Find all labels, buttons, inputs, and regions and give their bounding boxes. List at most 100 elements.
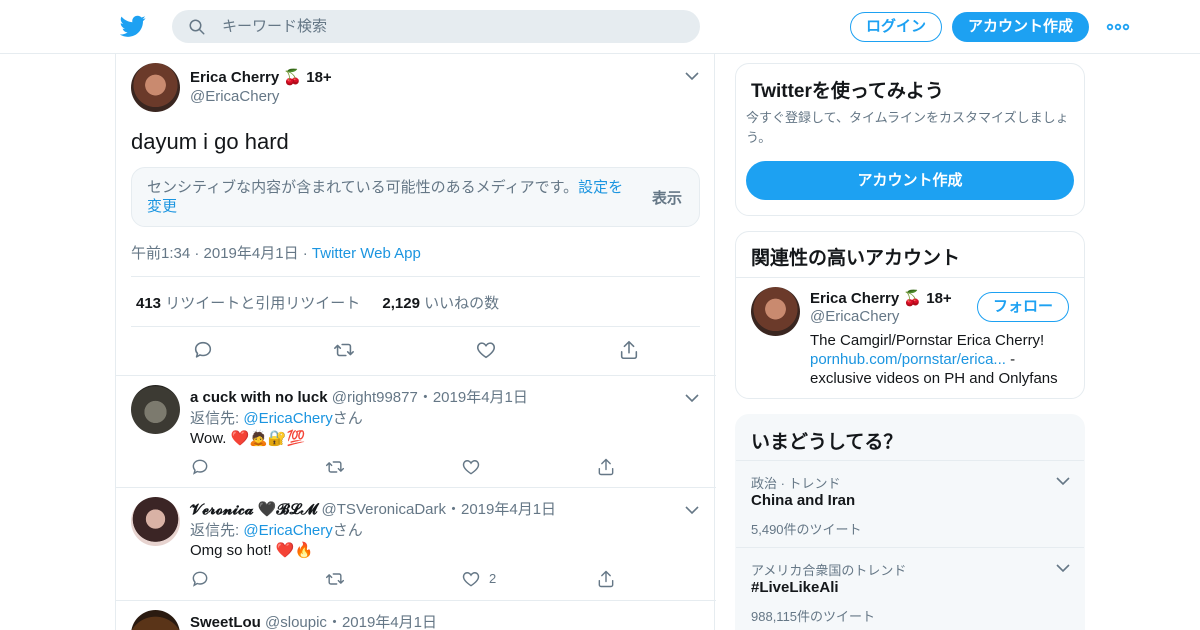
author-name[interactable]: 𝓥𝓮𝓻𝓸𝓷𝓲𝓬𝓪 🖤𝓑𝓛𝓜: [190, 501, 317, 518]
retweet-stat[interactable]: 413 リツイートと引用リツイート: [136, 295, 360, 312]
reply-to-prefix: 返信先:: [190, 522, 244, 539]
retweet-label: リツイートと引用リツイート: [161, 295, 361, 312]
avatar[interactable]: [131, 497, 180, 546]
reply-icon[interactable]: [190, 569, 210, 589]
reply-to-prefix: 返信先:: [190, 410, 244, 427]
trend-name[interactable]: China and Iran: [751, 492, 855, 509]
reply-header: a cuck with no luck @right99877・2019年4月1…: [190, 386, 528, 407]
related-accounts-card: 関連性の高いアカウント Erica Cherry 🍒 18+ @EricaChe…: [735, 231, 1085, 399]
heart-icon[interactable]: [461, 569, 481, 589]
signup-card-button[interactable]: アカウント作成: [746, 161, 1074, 200]
like-stat[interactable]: 2,129 いいねの数: [382, 295, 499, 312]
reply-actions: 2: [190, 569, 630, 589]
twitter-bird-icon[interactable]: [120, 13, 146, 39]
reply-icon[interactable]: [190, 457, 210, 477]
reply-tweet[interactable]: 𝓥𝓮𝓻𝓸𝓷𝓲𝓬𝓪 🖤𝓑𝓛𝓜 @TSVeronicaDark・2019年4月1日 …: [116, 487, 716, 600]
author-name[interactable]: SweetLou: [190, 614, 261, 630]
author-handle[interactable]: @TSVeronicaDark: [322, 501, 446, 518]
trend-category: 政治 · トレンド: [751, 476, 841, 491]
reply-date[interactable]: ・2019年4月1日: [418, 389, 528, 406]
avatar[interactable]: [131, 63, 180, 112]
chevron-down-icon[interactable]: [685, 505, 699, 515]
chevron-down-icon[interactable]: [685, 71, 699, 81]
signup-card: Twitterを使ってみよう 今すぐ登録して、タイムラインをカスタマイズしましょ…: [735, 63, 1085, 216]
retweet-icon[interactable]: [333, 339, 355, 361]
retweet-icon[interactable]: [325, 569, 345, 589]
reply-to-suffix: さん: [332, 522, 363, 539]
related-account-handle[interactable]: @EricaChery: [810, 308, 899, 325]
mention-link[interactable]: @EricaChery: [243, 410, 332, 427]
trend-item[interactable]: 政治 · トレンド China and Iran 5,490件のツイート: [736, 460, 1084, 547]
heart-icon[interactable]: [461, 457, 481, 477]
search-input[interactable]: [222, 10, 682, 43]
trend-tweet-count: 988,115件のツイート: [751, 609, 876, 624]
avatar[interactable]: [131, 610, 180, 630]
divider: [131, 276, 700, 277]
related-account-name[interactable]: Erica Cherry 🍒 18+: [810, 289, 952, 307]
like-count: 2,129: [382, 295, 420, 312]
follow-button[interactable]: フォロー: [977, 292, 1069, 322]
reply-header: SweetLou @sloupic・2019年4月1日: [190, 611, 437, 630]
related-account-bio: The Camgirl/Pornstar Erica Cherry! pornh…: [810, 331, 1072, 388]
reply-icon[interactable]: [192, 339, 214, 361]
trend-tweet-count: 5,490件のツイート: [751, 522, 862, 537]
sensitive-warning-text: センシティブな内容が含まれている可能性のあるメディアです。設定を変更: [147, 178, 632, 216]
tweet-stats: 413 リツイートと引用リツイート 2,129 いいねの数: [136, 292, 499, 313]
signup-button[interactable]: アカウント作成: [952, 12, 1089, 42]
search-bar[interactable]: [172, 10, 700, 43]
chevron-down-icon[interactable]: [1056, 476, 1070, 486]
retweet-count: 413: [136, 295, 162, 312]
reply-text: Omg so hot! ❤️🔥: [190, 542, 314, 559]
tweet-text: dayum i go hard: [131, 129, 289, 154]
tweet-actions: [116, 339, 716, 363]
author-name[interactable]: Erica Cherry 🍒 18+: [190, 68, 332, 86]
sensitive-media-warning: センシティブな内容が含まれている可能性のあるメディアです。設定を変更 表示: [131, 167, 700, 227]
reply-tweet[interactable]: SweetLou @sloupic・2019年4月1日: [116, 600, 716, 630]
like-count: 2: [489, 571, 497, 586]
reply-tweet[interactable]: a cuck with no luck @right99877・2019年4月1…: [116, 375, 716, 488]
bio-link[interactable]: pornhub.com/pornstar/erica...: [810, 351, 1006, 368]
bio-text: The Camgirl/Pornstar Erica Cherry!: [810, 332, 1045, 349]
trend-category: アメリカ合衆国のトレンド: [751, 563, 907, 578]
trends-card: いまどうしてる？ 政治 · トレンド China and Iran 5,490件…: [735, 414, 1085, 630]
signup-description: 今すぐ登録して、タイムラインをカスタマイズしましょう。: [746, 110, 1069, 145]
divider: [131, 326, 700, 327]
reply-to-line: 返信先: @EricaCheryさん: [190, 519, 363, 540]
author-handle[interactable]: @right99877: [332, 389, 418, 406]
trends-card-title: いまどうしてる？: [751, 432, 903, 453]
trend-name[interactable]: #LiveLikeAli: [751, 579, 839, 596]
tweet-metadata: 午前1:34 · 2019年4月1日 · Twitter Web App: [131, 242, 421, 263]
reply-date[interactable]: ・2019年4月1日: [446, 501, 556, 518]
signup-card-title: Twitterを使ってみよう: [751, 81, 944, 102]
reply-to-suffix: さん: [332, 410, 363, 427]
author-handle[interactable]: @EricaChery: [190, 88, 279, 105]
main-timeline: Erica Cherry 🍒 18+ @EricaChery dayum i g…: [115, 54, 716, 630]
share-icon[interactable]: [618, 339, 640, 361]
avatar[interactable]: [751, 287, 800, 336]
reply-date[interactable]: ・2019年4月1日: [327, 614, 437, 630]
show-media-button[interactable]: 表示: [652, 187, 682, 208]
sensitive-warning-message: センシティブな内容が含まれている可能性のあるメディアです。: [147, 179, 579, 196]
login-button[interactable]: ログイン: [850, 12, 942, 42]
avatar[interactable]: [131, 385, 180, 434]
source-app-link[interactable]: Twitter Web App: [312, 245, 421, 262]
retweet-icon[interactable]: [325, 457, 345, 477]
search-icon: [189, 19, 205, 35]
divider: [736, 277, 1084, 278]
chevron-down-icon[interactable]: [1056, 563, 1070, 573]
reply-actions: [190, 457, 630, 477]
author-handle[interactable]: @sloupic: [265, 614, 327, 630]
author-name[interactable]: a cuck with no luck: [190, 389, 328, 406]
heart-icon[interactable]: [475, 339, 497, 361]
mention-link[interactable]: @EricaChery: [243, 522, 332, 539]
like-label: いいねの数: [419, 295, 500, 312]
share-icon[interactable]: [596, 457, 616, 477]
chevron-down-icon[interactable]: [685, 393, 699, 403]
share-icon[interactable]: [596, 569, 616, 589]
top-navigation-bar: ログイン アカウント作成: [0, 0, 1200, 54]
reply-text: Wow. ❤️🙇🔐💯: [190, 430, 306, 447]
related-card-title: 関連性の高いアカウント: [751, 248, 961, 269]
trend-item[interactable]: アメリカ合衆国のトレンド #LiveLikeAli 988,115件のツイート: [736, 547, 1084, 630]
tweet-timestamp[interactable]: 午前1:34 · 2019年4月1日 ·: [131, 245, 312, 262]
more-dots-icon[interactable]: [1106, 18, 1130, 36]
